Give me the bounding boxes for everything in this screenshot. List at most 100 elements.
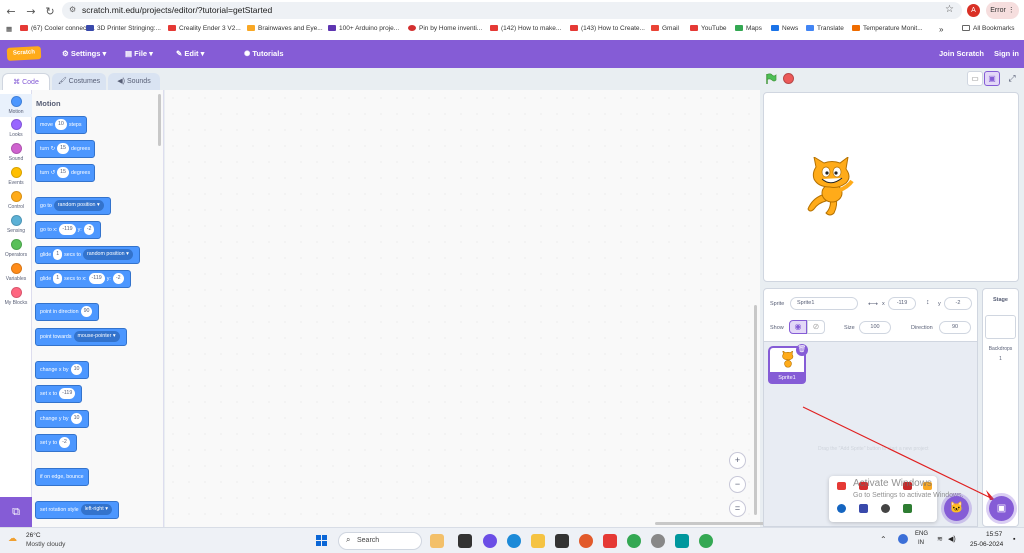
delete-sprite-icon[interactable]: 🗑 <box>796 344 808 356</box>
scratch-logo[interactable]: Scratch <box>6 46 42 61</box>
block-dropdown[interactable]: random position ▾ <box>53 200 104 212</box>
cat-sprite-icon[interactable] <box>802 157 862 219</box>
block-input[interactable]: 10 <box>70 413 83 425</box>
script-v-scrollbar[interactable] <box>754 305 757 515</box>
settings-menu[interactable]: ⚙ Settings ▾ <box>62 49 106 58</box>
zoom-reset-button[interactable]: = <box>729 500 746 517</box>
block-input[interactable]: -2 <box>59 437 70 449</box>
bookmark-item[interactable]: (143) How to Create... <box>570 25 645 32</box>
chrome-profile-icon[interactable] <box>699 534 713 548</box>
language-code[interactable]: ENG <box>915 531 928 537</box>
script-area[interactable] <box>165 90 920 527</box>
hide-sprite-eye-icon[interactable]: ⊘ <box>807 320 825 334</box>
tab-costumes[interactable]: 🖌 Costumes <box>52 73 106 90</box>
address-bar[interactable]: ⚙ scratch.mit.edu/projects/editor/?tutor… <box>62 2 962 19</box>
tab-sounds[interactable]: ◀) Sounds <box>108 73 160 90</box>
taskbar-search[interactable]: ⌕ Search <box>338 532 422 550</box>
block-input[interactable]: -119 <box>88 273 105 285</box>
chrome-icon[interactable] <box>627 534 641 548</box>
stage-canvas[interactable] <box>763 92 1019 282</box>
block-dropdown[interactable]: random position ▾ <box>82 249 133 261</box>
block-input[interactable]: -119 <box>59 388 76 400</box>
more-bookmarks-icon[interactable]: » <box>939 25 943 34</box>
edit-menu[interactable]: ✎ Edit ▾ <box>176 49 204 58</box>
category-operators[interactable]: Operators <box>0 239 32 258</box>
show-sprite-eye-icon[interactable]: ◉ <box>789 320 807 334</box>
star-icon[interactable]: ☆ <box>945 4 954 15</box>
network-app-icon[interactable] <box>898 534 908 544</box>
block-turn-right[interactable]: turn ↻ 15 degrees <box>35 140 96 158</box>
bookmark-item[interactable]: (67) Cooler connecti... <box>20 25 95 32</box>
block-dropdown[interactable]: mouse-pointer ▾ <box>73 331 120 343</box>
category-my-blocks[interactable]: My Blocks <box>0 287 32 306</box>
block-edge-bounce[interactable]: if on edge, bounce <box>35 468 89 486</box>
backdrop-thumbnail[interactable] <box>985 315 1016 339</box>
block-input[interactable]: -2 <box>112 273 124 285</box>
block-glide-to[interactable]: glide 1 secs to random position ▾ <box>35 246 140 264</box>
bookmark-item[interactable]: Temperature Monit... <box>852 25 923 32</box>
notifications-icon[interactable]: ▪ <box>1013 536 1015 543</box>
volume-icon[interactable]: ◀) <box>948 535 956 543</box>
palette-scrollbar[interactable] <box>158 94 161 146</box>
block-input[interactable]: -119 <box>59 224 76 236</box>
block-glide-to-xy[interactable]: glide 1 secs to x: -119 y: -2 <box>35 270 131 288</box>
sprite-name-field[interactable]: Sprite1 <box>790 297 858 310</box>
store-icon[interactable] <box>555 534 569 548</box>
add-extension-button[interactable]: ⧉ <box>0 497 32 527</box>
bookmark-item[interactable]: News <box>771 25 798 32</box>
category-looks[interactable]: Looks <box>0 119 32 138</box>
block-turn-left[interactable]: turn ↺ 15 degrees <box>35 164 96 182</box>
file-explorer-icon[interactable] <box>531 534 545 548</box>
block-go-to-xy[interactable]: go to x: -119 y: -2 <box>35 221 102 239</box>
stop-icon[interactable] <box>783 73 794 84</box>
fullscreen-icon[interactable]: ⤢ <box>1004 71 1020 86</box>
firefox-icon[interactable] <box>579 534 593 548</box>
zoom-in-button[interactable]: + <box>729 452 746 469</box>
block-change-y[interactable]: change y by 10 <box>35 410 90 428</box>
bookmark-item[interactable]: Creality Ender 3 V2... <box>168 25 241 32</box>
chevron-up-icon[interactable]: ⌃ <box>880 535 887 544</box>
small-stage-icon[interactable]: ▭ <box>967 71 983 86</box>
arduino-icon[interactable] <box>675 534 689 548</box>
add-backdrop-button[interactable]: ▣ <box>989 496 1014 521</box>
join-scratch-link[interactable]: Join Scratch <box>939 49 984 58</box>
bookmark-item[interactable]: YouTube <box>690 25 727 32</box>
block-rotation-style[interactable]: set rotation style left-right ▾ <box>35 501 119 519</box>
language-region[interactable]: IN <box>918 540 924 546</box>
block-input[interactable]: 15 <box>57 167 69 179</box>
site-info-icon[interactable]: ⚙ <box>69 5 76 14</box>
sign-in-link[interactable]: Sign in <box>994 49 1019 58</box>
block-set-x[interactable]: set x to -119 <box>35 385 83 403</box>
add-sprite-button[interactable]: 🐱 <box>944 496 969 521</box>
direction-field[interactable]: 90 <box>939 321 971 334</box>
bookmark-item[interactable]: Maps <box>735 25 762 32</box>
block-move-steps[interactable]: move 10 steps <box>35 116 87 134</box>
block-change-x[interactable]: change x by 10 <box>35 361 90 379</box>
block-point-towards[interactable]: point towards mouse-pointer ▾ <box>35 328 127 346</box>
forward-icon[interactable]: → <box>24 5 38 19</box>
bookmark-item[interactable]: Translate <box>806 25 844 32</box>
block-input[interactable]: 90 <box>80 306 93 318</box>
file-menu[interactable]: ▤ File ▾ <box>125 49 153 58</box>
block-input[interactable]: 15 <box>57 143 69 155</box>
clock-time[interactable]: 15:57 <box>986 531 1002 538</box>
block-input[interactable]: 10 <box>70 364 83 376</box>
reload-icon[interactable]: ↻ <box>43 5 57 19</box>
size-field[interactable]: 100 <box>859 321 891 334</box>
block-dropdown[interactable]: left-right ▾ <box>80 504 112 516</box>
bookmark-item[interactable]: (142) How to make... <box>490 25 561 32</box>
tab-code[interactable]: ⌘ Code <box>2 73 50 90</box>
y-field[interactable]: -2 <box>944 297 972 310</box>
block-input[interactable]: -2 <box>83 224 95 236</box>
category-events[interactable]: Events <box>0 167 32 186</box>
category-control[interactable]: Control <box>0 191 32 210</box>
block-input[interactable]: 1 <box>53 249 63 261</box>
apps-icon[interactable]: ▦ <box>6 25 12 33</box>
category-motion[interactable]: Motion <box>0 94 32 117</box>
profile-avatar[interactable]: A <box>967 4 980 17</box>
green-flag-icon[interactable] <box>765 73 777 85</box>
block-input[interactable]: 10 <box>54 119 67 131</box>
normal-stage-icon[interactable]: ▣ <box>984 71 1000 86</box>
bookmark-item[interactable]: 3D Printer Stringing:... <box>86 25 161 32</box>
bookmark-item[interactable]: Brainwaves and Eye... <box>247 25 323 32</box>
